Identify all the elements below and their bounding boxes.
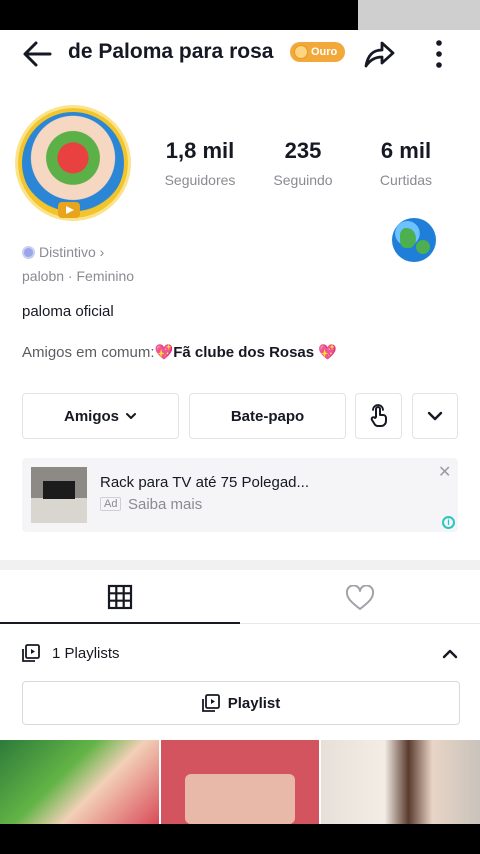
info-icon[interactable]: i: [442, 516, 455, 529]
tab-liked[interactable]: [240, 572, 480, 624]
globe-icon: [392, 218, 436, 262]
bio-text: paloma oficial: [22, 303, 114, 320]
badge-icon: [22, 245, 35, 259]
stat-label: Seguindo: [273, 172, 333, 188]
section-divider: [0, 560, 480, 570]
stat-likes[interactable]: 6 mil Curtidas: [356, 138, 456, 188]
badge-link-label: Distintivo ›: [39, 244, 105, 260]
more-options-button[interactable]: [424, 34, 454, 74]
ad-thumbnail: [31, 467, 87, 523]
status-bar-overlay: [358, 0, 480, 30]
stat-value: 6 mil: [380, 138, 432, 163]
more-vertical-icon: [436, 40, 442, 68]
username-gender: palobn · Feminino: [22, 268, 135, 284]
chevron-down-icon: [126, 413, 136, 419]
playlist-icon: [201, 694, 220, 712]
sponsored-ad[interactable]: Rack para TV até 75 Polegad... Ad Saiba …: [22, 458, 458, 532]
share-arrow-icon: [364, 41, 395, 68]
mutual-names: Fã clube dos Rosas: [173, 344, 315, 361]
video-thumbnail[interactable]: [161, 740, 319, 824]
live-play-icon: [58, 202, 80, 218]
heart-outline-icon: [345, 584, 375, 610]
back-button[interactable]: [20, 36, 56, 72]
tab-videos[interactable]: [0, 572, 240, 624]
playlist-button[interactable]: Playlist: [22, 681, 460, 725]
profile-header: de Paloma para rosa Ouro: [0, 30, 480, 78]
playlists-count: 1 Playlists: [52, 645, 120, 662]
page-title: de Paloma para rosa: [68, 40, 274, 63]
heart-icon: 💖: [154, 344, 174, 361]
poke-button[interactable]: [355, 393, 402, 439]
grid-icon: [107, 584, 133, 610]
chevron-up-icon[interactable]: [440, 644, 460, 664]
playlists-header[interactable]: 1 Playlists: [0, 632, 480, 676]
heart-icon: 💖: [318, 344, 337, 361]
playlist-button-label: Playlist: [227, 694, 281, 712]
stat-followers[interactable]: 1,8 mil Seguidores: [150, 138, 250, 188]
chat-button-label: Bate-papo: [230, 407, 305, 425]
video-thumbnail-image: [185, 774, 295, 824]
stat-label: Curtidas: [379, 172, 433, 188]
level-badge: Ouro: [290, 42, 346, 62]
chat-button[interactable]: Bate-papo: [189, 393, 346, 439]
system-nav-bar: [0, 824, 480, 854]
playlist-icon: [22, 644, 40, 662]
suggestions-toggle-button[interactable]: [412, 393, 458, 439]
mutual-prefix: Amigos em comum:: [22, 344, 155, 361]
ad-tag: Ad: [100, 497, 122, 511]
chevron-down-icon: [427, 411, 443, 421]
coin-icon: [294, 45, 308, 59]
back-arrow-icon: [23, 41, 52, 67]
video-thumbnail[interactable]: [321, 740, 480, 824]
tap-hand-icon: [370, 404, 387, 428]
stat-value: 235: [284, 138, 322, 163]
status-bar: [0, 0, 480, 30]
share-button[interactable]: [360, 36, 398, 72]
stat-following[interactable]: 235 Seguindo: [253, 138, 353, 188]
stat-value: 1,8 mil: [165, 138, 235, 163]
badge-link[interactable]: Distintivo ›: [22, 244, 104, 260]
close-icon[interactable]: ✕: [438, 462, 451, 482]
ad-title: Rack para TV até 75 Polegad...: [100, 474, 310, 491]
ad-cta-link[interactable]: Saiba mais: [128, 496, 202, 513]
friends-button-label: Amigos: [63, 407, 119, 425]
level-badge-label: Ouro: [311, 46, 338, 58]
stat-label: Seguidores: [164, 172, 236, 188]
mutual-friends[interactable]: Amigos em comum:💖Fã clube dos Rosas 💖: [22, 343, 337, 361]
video-thumbnail[interactable]: [0, 740, 159, 824]
friends-button[interactable]: Amigos: [22, 393, 179, 439]
